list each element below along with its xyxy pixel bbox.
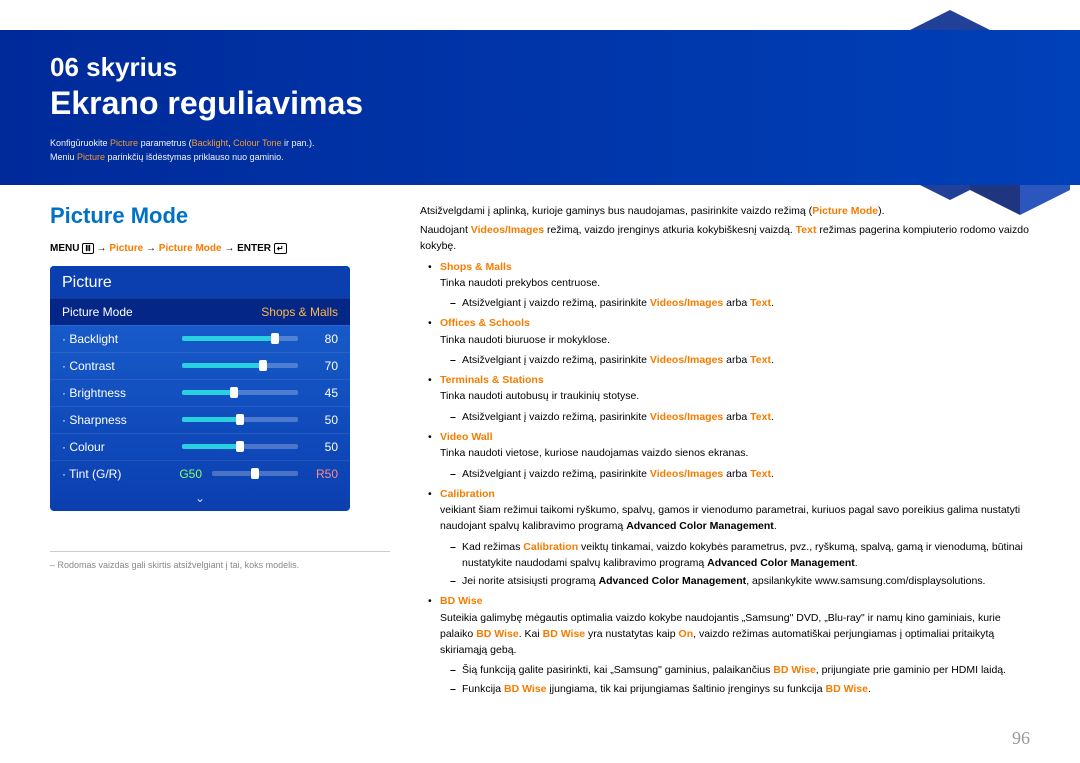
section-title: Picture Mode — [50, 203, 390, 229]
menu-path: MENU Ⅲ → Picture → Picture Mode → ENTER … — [50, 243, 390, 254]
slider-colour[interactable] — [182, 444, 298, 449]
menu-icon: Ⅲ — [82, 243, 94, 254]
slider-contrast[interactable] — [182, 363, 298, 368]
chapter-number: 06 skyrius — [50, 52, 1030, 83]
osd-row-tint[interactable]: Tint (G/R) G50 R50 — [50, 460, 350, 487]
description-text: Atsižvelgdami į aplinką, kurioje gaminys… — [420, 203, 1030, 701]
intro-text: Konfigūruokite Picture parametrus (Backl… — [50, 136, 1030, 165]
slider-backlight[interactable] — [182, 336, 298, 341]
chevron-down-icon: ⌄ — [195, 491, 205, 505]
slider-brightness[interactable] — [182, 390, 298, 395]
osd-row-sharpness[interactable]: Sharpness 50 — [50, 406, 350, 433]
osd-row-contrast[interactable]: Contrast 70 — [50, 352, 350, 379]
osd-row-brightness[interactable]: Brightness 45 — [50, 379, 350, 406]
osd-scroll-down[interactable]: ⌄ — [50, 487, 350, 511]
osd-value-picture-mode: Shops & Malls — [261, 305, 338, 319]
chapter-name: Ekrano reguliavimas — [50, 85, 1030, 122]
slider-tint[interactable] — [212, 471, 298, 476]
osd-row-backlight[interactable]: Backlight 80 — [50, 325, 350, 352]
slider-sharpness[interactable] — [182, 417, 298, 422]
footnote: – Rodomas vaizdas gali skirtis atsižvelg… — [50, 560, 390, 570]
enter-icon: ↵ — [274, 243, 287, 254]
chapter-header: 06 skyrius Ekrano reguliavimas Konfigūru… — [0, 30, 1080, 185]
divider — [50, 551, 390, 552]
page-number: 96 — [1012, 728, 1030, 749]
osd-row-colour[interactable]: Colour 50 — [50, 433, 350, 460]
osd-menu: Picture Picture Mode Shops & Malls Backl… — [50, 266, 350, 511]
osd-row-picture-mode[interactable]: Picture Mode Shops & Malls — [50, 298, 350, 325]
osd-header: Picture — [50, 266, 350, 298]
